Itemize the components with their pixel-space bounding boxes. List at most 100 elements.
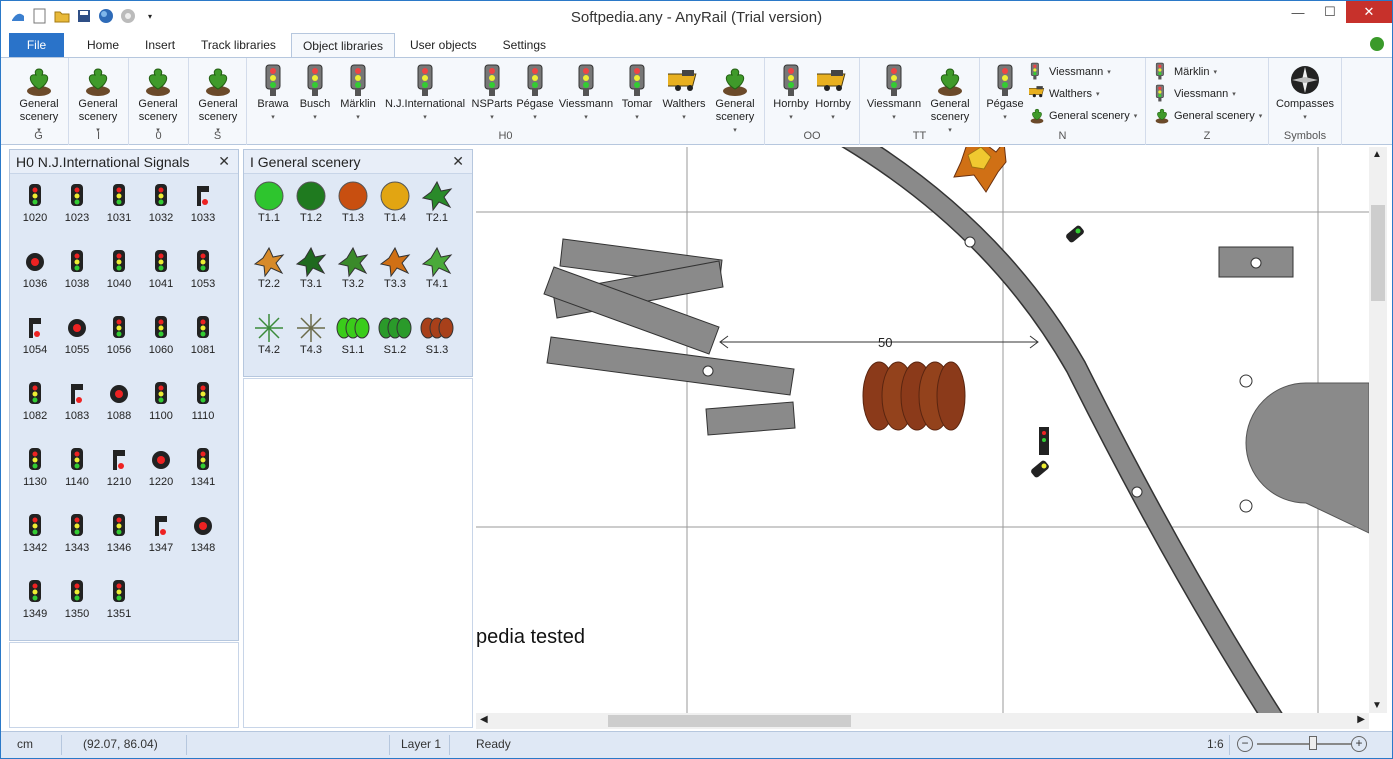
signal-item-label: 1100	[149, 410, 173, 422]
maximize-button[interactable]: ☐	[1314, 1, 1346, 23]
zoom-slider[interactable]	[1257, 743, 1351, 745]
signal-item[interactable]: 1023	[56, 180, 98, 246]
watermark-text: pedia tested	[476, 626, 585, 648]
signal-item[interactable]: 1060	[140, 312, 182, 378]
n-j-international-button[interactable]: N.J.International ▾	[385, 62, 465, 124]
tree-icon	[295, 312, 327, 344]
minimize-button[interactable]: —	[1282, 1, 1314, 23]
scenery-item[interactable]: T1.1	[248, 180, 290, 246]
signal-item[interactable]: 1036	[14, 246, 56, 312]
signal-item[interactable]: 1041	[140, 246, 182, 312]
scenery-item[interactable]: T2.2	[248, 246, 290, 312]
signal-item[interactable]: 1110	[182, 378, 224, 444]
compasses-button[interactable]: Compasses ▾	[1269, 62, 1341, 124]
signal-item[interactable]: 1341	[182, 444, 224, 510]
dropdown-arrow-icon: ▾	[1213, 69, 1217, 76]
scenery-item[interactable]: S1.3	[416, 312, 458, 378]
general-scenery-small-button[interactable]: General scenery ▾	[1029, 106, 1137, 126]
scenery-item[interactable]: T1.4	[374, 180, 416, 246]
horizontal-scroll-thumb[interactable]	[608, 715, 851, 727]
signal-item[interactable]: 1020	[14, 180, 56, 246]
scenery-item[interactable]: T4.3	[290, 312, 332, 378]
tab-user-objects[interactable]: User objects	[399, 33, 488, 57]
signal-icon	[1029, 62, 1045, 83]
signal-item[interactable]: 1210	[98, 444, 140, 510]
tab-settings[interactable]: Settings	[492, 33, 557, 57]
signal-item[interactable]: 1082	[14, 378, 56, 444]
zoom-out-icon[interactable]: −	[1237, 736, 1253, 752]
tab-home[interactable]: Home	[76, 33, 130, 57]
signal-item-label: 1020	[22, 212, 48, 224]
vertical-scrollbar[interactable]: ▲ ▼	[1369, 147, 1387, 713]
signal-item[interactable]: 1349	[14, 576, 56, 642]
general-scenery-small-button[interactable]: General scenery ▾	[1154, 106, 1262, 126]
scenery-item[interactable]: T2.1	[416, 180, 458, 246]
signal-item[interactable]: 1081	[182, 312, 224, 378]
tab-insert[interactable]: Insert	[134, 33, 186, 57]
signal-item[interactable]: 1140	[56, 444, 98, 510]
signal-item[interactable]: 1040	[98, 246, 140, 312]
signal-item-label: 1351	[106, 608, 132, 620]
m-rklin-small-button[interactable]: Märklin ▾	[1154, 62, 1217, 82]
zoom-in-icon[interactable]: +	[1351, 736, 1367, 752]
scenery-item[interactable]: T4.2	[248, 312, 290, 378]
viessmann-small-button[interactable]: Viessmann ▾	[1154, 84, 1236, 104]
close-icon[interactable]: ✕	[218, 153, 230, 170]
help-icon[interactable]	[1370, 37, 1384, 51]
tab-track-libraries[interactable]: Track libraries	[190, 33, 287, 57]
signal-item[interactable]: 1083	[56, 378, 98, 444]
signal-item[interactable]: 1220	[140, 444, 182, 510]
signal-item-label: 1130	[23, 476, 47, 488]
horizontal-scrollbar[interactable]: ◀ ▶	[476, 713, 1369, 729]
signal-item[interactable]: 1342	[14, 510, 56, 576]
dropdown-arrow-icon: ▾	[313, 114, 317, 121]
scenery-item[interactable]: T4.1	[416, 246, 458, 312]
tab-object-libraries[interactable]: Object libraries	[290, 33, 395, 57]
close-icon[interactable]: ✕	[452, 153, 464, 170]
scroll-up-icon[interactable]: ▲	[1372, 149, 1382, 160]
signal-item[interactable]: 1038	[56, 246, 98, 312]
zoom-slider-thumb[interactable]	[1309, 736, 1317, 750]
signal-item[interactable]: 1350	[56, 576, 98, 642]
signal-item-label: 1342	[22, 542, 48, 554]
walthers-small-button[interactable]: Walthers ▾	[1026, 84, 1100, 104]
scroll-right-icon[interactable]: ▶	[1357, 714, 1365, 725]
signal-item[interactable]: 1348	[182, 510, 224, 576]
scenery-item[interactable]: T1.2	[290, 180, 332, 246]
tab-file[interactable]: File	[9, 33, 64, 57]
vertical-scroll-thumb[interactable]	[1371, 205, 1385, 301]
viessmann-small-button[interactable]: Viessmann ▾	[1029, 62, 1111, 82]
signal-item[interactable]: 1347	[140, 510, 182, 576]
scenery-panel-empty-area	[243, 378, 473, 728]
signal-item[interactable]: 1032	[140, 180, 182, 246]
signal-item[interactable]: 1056	[98, 312, 140, 378]
signal-item[interactable]: 1088	[98, 378, 140, 444]
signal-item[interactable]: 1346	[98, 510, 140, 576]
scenery-item[interactable]: S1.2	[374, 312, 416, 378]
signal-item[interactable]: 1031	[98, 180, 140, 246]
signal-item[interactable]: 1055	[56, 312, 98, 378]
signal-item[interactable]: 1033	[182, 180, 224, 246]
close-button[interactable]: ✕	[1346, 1, 1392, 23]
button-label: Pégase	[986, 98, 1024, 110]
scenery-item[interactable]: T3.1	[290, 246, 332, 312]
signal-icon	[67, 312, 87, 344]
signal-item[interactable]: 1053	[182, 246, 224, 312]
dropdown-arrow-icon: ▾	[682, 114, 686, 121]
signal-item[interactable]: 1351	[98, 576, 140, 642]
ribbon-group-z: Z Märklin ▾ Viessmann ▾ General scenery ▾	[1146, 58, 1269, 145]
signal-item[interactable]: 1100	[140, 378, 182, 444]
scroll-left-icon[interactable]: ◀	[480, 714, 488, 725]
scenery-item[interactable]: T1.3	[332, 180, 374, 246]
scroll-down-icon[interactable]: ▼	[1372, 700, 1382, 711]
layout-drawing[interactable]: 50 pedia tested	[476, 147, 1369, 713]
scenery-item[interactable]: T3.2	[332, 246, 374, 312]
scenery-item[interactable]: T3.3	[374, 246, 416, 312]
signal-icon	[196, 246, 210, 278]
signal-item[interactable]: 1343	[56, 510, 98, 576]
scenery-item[interactable]: S1.1	[332, 312, 374, 378]
m-rklin-button[interactable]: Märklin ▾	[322, 62, 394, 124]
signal-item[interactable]: 1054	[14, 312, 56, 378]
signal-item[interactable]: 1130	[14, 444, 56, 510]
layout-canvas[interactable]: 50 pedia tested	[476, 147, 1369, 713]
